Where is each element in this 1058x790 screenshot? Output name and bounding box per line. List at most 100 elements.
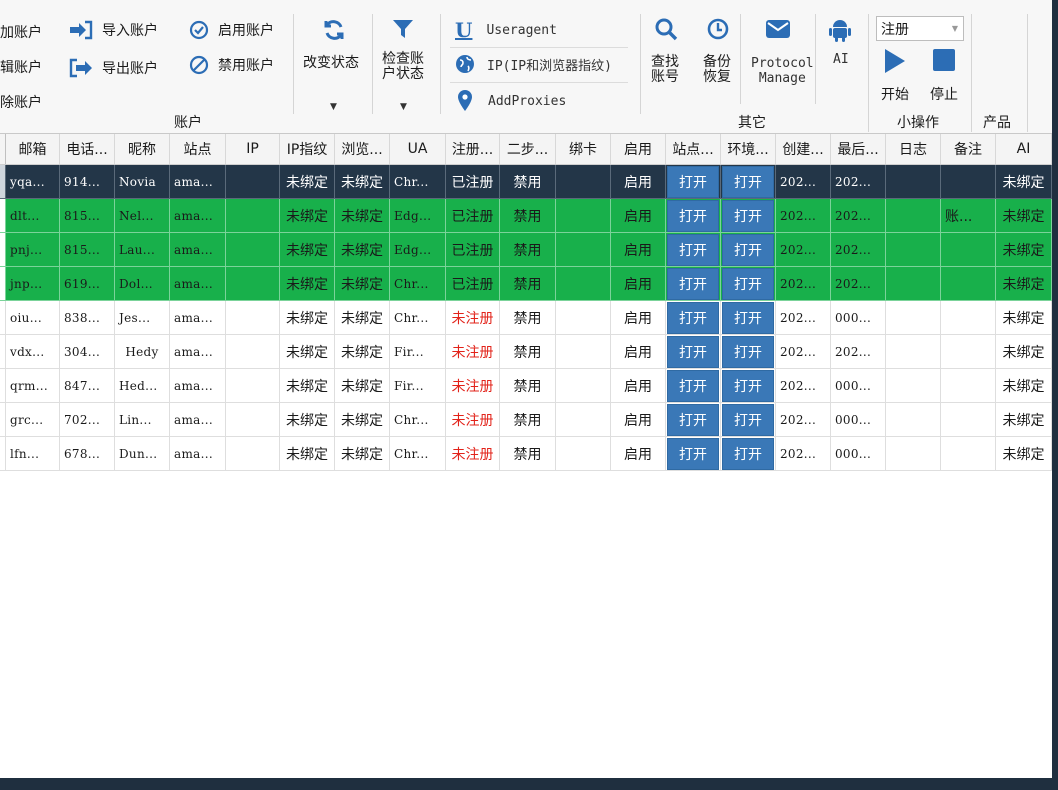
cell-ua[interactable]: Fir...: [390, 369, 446, 403]
cell-twostep[interactable]: 禁用: [500, 403, 556, 437]
cell-log[interactable]: [886, 437, 941, 471]
open-environment-button[interactable]: 打开: [722, 268, 774, 300]
cell-ua[interactable]: Edg...: [390, 199, 446, 233]
cell-twostep[interactable]: 禁用: [500, 233, 556, 267]
cell-last[interactable]: 202...: [831, 199, 886, 233]
cell-reg[interactable]: 已注册: [446, 199, 500, 233]
cell-ua[interactable]: Chr...: [390, 267, 446, 301]
cell-reg[interactable]: 已注册: [446, 233, 500, 267]
cell-card[interactable]: [556, 437, 611, 471]
cell-reg[interactable]: 已注册: [446, 267, 500, 301]
cell-note[interactable]: [941, 437, 996, 471]
column-header[interactable]: 注册...: [446, 134, 500, 164]
play-icon[interactable]: [884, 48, 906, 74]
import-account-button[interactable]: 导入账户: [68, 20, 158, 40]
cell-phone[interactable]: 619...: [60, 267, 115, 301]
cell-note[interactable]: [941, 301, 996, 335]
cell-email[interactable]: jnp...: [6, 267, 60, 301]
open-site-button[interactable]: 打开: [667, 302, 719, 334]
cell-note[interactable]: [941, 267, 996, 301]
cell-log[interactable]: [886, 403, 941, 437]
cell-nick[interactable]: Hed...: [115, 369, 170, 403]
table-row[interactable]: lfn... 678... Dun... ama... 未绑定 未绑定 Chr... 未注册禁…: [0, 437, 1052, 471]
find-account-button[interactable]: 查找 账号: [651, 55, 679, 85]
open-site-button[interactable]: 打开: [667, 370, 719, 402]
cell-ip[interactable]: [226, 199, 280, 233]
enable-account-button[interactable]: 启用账户: [188, 20, 274, 40]
useragent-button[interactable]: U Useragent: [455, 18, 557, 42]
open-environment-button[interactable]: 打开: [722, 234, 774, 266]
cell-card[interactable]: [556, 335, 611, 369]
table-row[interactable]: jnp... 619... Dol... ama... 未绑定 未绑定 Chr... 已注册禁…: [0, 267, 1052, 301]
cell-site[interactable]: ama...: [170, 437, 226, 471]
cell-ai[interactable]: 未绑定: [996, 403, 1052, 437]
cell-ip[interactable]: [226, 335, 280, 369]
cell-created[interactable]: 202...: [776, 301, 831, 335]
cell-card[interactable]: [556, 165, 611, 199]
open-site-button[interactable]: 打开: [667, 268, 719, 300]
cell-note[interactable]: [941, 335, 996, 369]
cell-ai[interactable]: 未绑定: [996, 335, 1052, 369]
open-environment-button[interactable]: 打开: [722, 438, 774, 470]
cell-email[interactable]: vdx...: [6, 335, 60, 369]
table-row[interactable]: qrm... 847... Hed... ama... 未绑定 未绑定 Fir... 未注册禁…: [0, 369, 1052, 403]
cell-ip[interactable]: [226, 369, 280, 403]
cell-ai[interactable]: 未绑定: [996, 165, 1052, 199]
cell-created[interactable]: 202...: [776, 403, 831, 437]
cell-twostep[interactable]: 禁用: [500, 199, 556, 233]
cell-browser[interactable]: 未绑定: [335, 199, 390, 233]
cell-ua[interactable]: Edg...: [390, 233, 446, 267]
backup-restore-button[interactable]: 备份 恢复: [703, 55, 731, 85]
cell-enabled[interactable]: 启用: [611, 335, 666, 369]
protocol-manage-button[interactable]: Protocol Manage: [751, 56, 814, 86]
open-environment-button[interactable]: 打开: [722, 166, 774, 198]
cell-ip[interactable]: [226, 165, 280, 199]
column-header[interactable]: 最后...: [831, 134, 886, 164]
open-site-button[interactable]: 打开: [667, 166, 719, 198]
open-site-button[interactable]: 打开: [667, 200, 719, 232]
cell-created[interactable]: 202...: [776, 267, 831, 301]
cell-browser[interactable]: 未绑定: [335, 165, 390, 199]
cell-created[interactable]: 202...: [776, 369, 831, 403]
cell-reg[interactable]: 未注册: [446, 403, 500, 437]
cell-reg[interactable]: 未注册: [446, 301, 500, 335]
cell-browser[interactable]: 未绑定: [335, 301, 390, 335]
cell-nick[interactable]: Lau...: [115, 233, 170, 267]
cell-phone[interactable]: 815...: [60, 199, 115, 233]
cell-last[interactable]: 000...: [831, 403, 886, 437]
cell-nick[interactable]: Jes...: [115, 301, 170, 335]
cell-card[interactable]: [556, 301, 611, 335]
cell-phone[interactable]: 702...: [60, 403, 115, 437]
cell-ai[interactable]: 未绑定: [996, 267, 1052, 301]
cell-browser[interactable]: 未绑定: [335, 233, 390, 267]
cell-twostep[interactable]: 禁用: [500, 335, 556, 369]
cell-last[interactable]: 202...: [831, 233, 886, 267]
cell-ua[interactable]: Chr...: [390, 403, 446, 437]
cell-email[interactable]: qrm...: [6, 369, 60, 403]
column-header[interactable]: 启用: [611, 134, 666, 164]
cell-site[interactable]: ama...: [170, 199, 226, 233]
column-header[interactable]: 昵称: [115, 134, 170, 164]
cell-phone[interactable]: 304...: [60, 335, 115, 369]
export-account-button[interactable]: 导出账户: [68, 58, 158, 78]
cell-nick[interactable]: Dun...: [115, 437, 170, 471]
column-header[interactable]: AI: [996, 134, 1052, 164]
cell-log[interactable]: [886, 199, 941, 233]
cell-created[interactable]: 202...: [776, 199, 831, 233]
add-proxies-button[interactable]: AddProxies: [458, 90, 566, 112]
mode-select[interactable]: 注册 ▼: [876, 16, 964, 41]
cell-last[interactable]: 202...: [831, 165, 886, 199]
cell-phone[interactable]: 678...: [60, 437, 115, 471]
cell-enabled[interactable]: 启用: [611, 301, 666, 335]
cell-card[interactable]: [556, 403, 611, 437]
cell-ai[interactable]: 未绑定: [996, 437, 1052, 471]
column-header[interactable]: 绑卡: [556, 134, 611, 164]
open-environment-button[interactable]: 打开: [722, 370, 774, 402]
cell-site[interactable]: ama...: [170, 301, 226, 335]
cell-log[interactable]: [886, 369, 941, 403]
cell-note[interactable]: [941, 165, 996, 199]
cell-enabled[interactable]: 启用: [611, 199, 666, 233]
cell-nick[interactable]: Nel...: [115, 199, 170, 233]
cell-enabled[interactable]: 启用: [611, 437, 666, 471]
cell-note[interactable]: [941, 233, 996, 267]
